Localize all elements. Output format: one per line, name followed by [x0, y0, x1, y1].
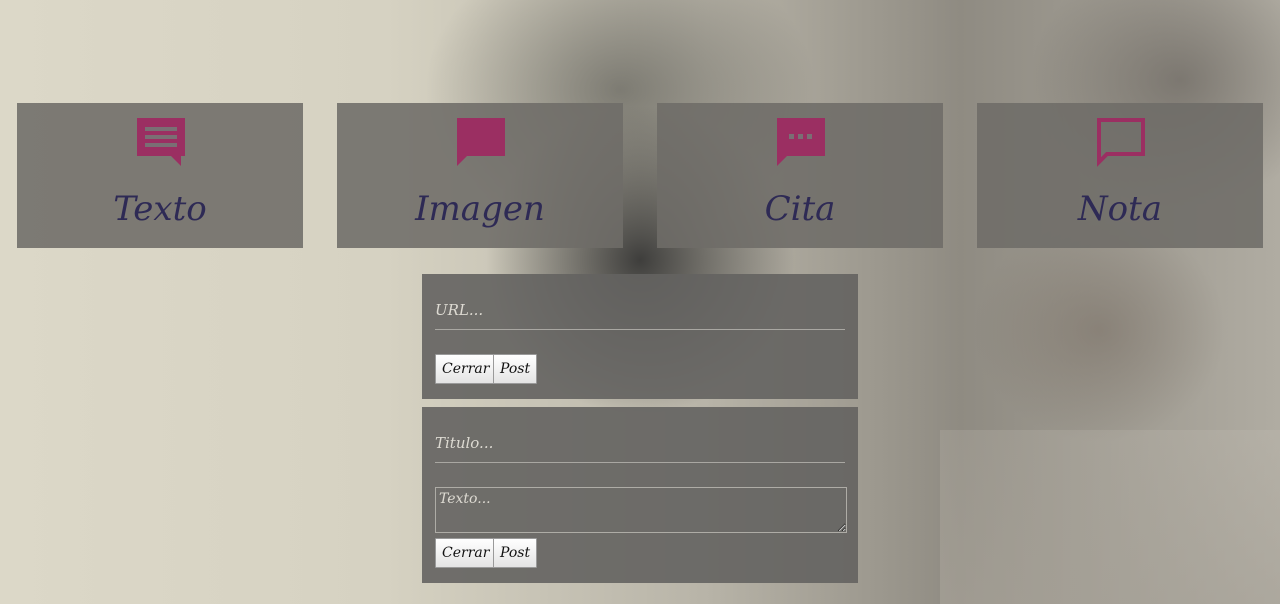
close-button[interactable]: Cerrar	[435, 538, 497, 568]
body-textarea[interactable]	[435, 487, 847, 533]
text-form-panel: Cerrar Post	[422, 407, 858, 583]
background-shade	[940, 430, 1280, 604]
tile-label: Texto	[113, 189, 207, 229]
tile-nota[interactable]: Nota	[977, 103, 1263, 248]
url-form-panel: Cerrar Post	[422, 274, 858, 399]
tile-label: Nota	[1077, 189, 1163, 229]
post-button[interactable]: Post	[493, 538, 538, 568]
tile-imagen[interactable]: Imagen	[337, 103, 623, 248]
note-bubble-outline-icon	[1097, 118, 1145, 167]
text-message-icon	[137, 118, 185, 166]
quote-bubble-icon	[777, 118, 825, 166]
post-button[interactable]: Post	[493, 354, 538, 384]
tile-texto[interactable]: Texto	[17, 103, 303, 248]
tile-label: Cita	[764, 189, 836, 229]
tile-cita[interactable]: Cita	[657, 103, 943, 248]
close-button[interactable]: Cerrar	[435, 354, 497, 384]
url-input[interactable]	[435, 301, 845, 330]
tile-label: Imagen	[415, 189, 545, 229]
chat-bubble-icon	[457, 118, 505, 166]
title-input[interactable]	[435, 434, 845, 463]
